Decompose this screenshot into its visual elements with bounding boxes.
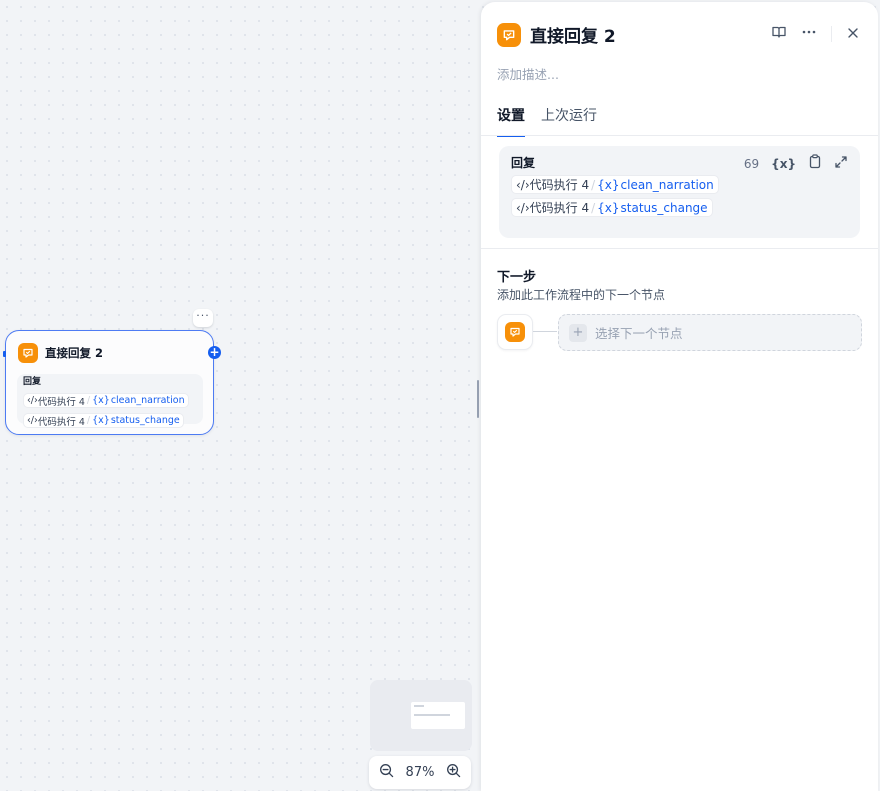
chip-source: 代码执行 4 bbox=[37, 416, 85, 428]
select-next-node-label: 选择下一个节点 bbox=[595, 326, 683, 341]
section-divider bbox=[481, 248, 878, 249]
actions-divider bbox=[831, 26, 832, 42]
node-header: 直接回复 2 bbox=[18, 343, 103, 363]
select-next-node-button[interactable]: + 选择下一个节点 bbox=[558, 314, 862, 351]
node-more-button[interactable]: ··· bbox=[193, 309, 213, 327]
more-icon[interactable] bbox=[801, 24, 817, 44]
description-input[interactable]: 添加描述... bbox=[497, 64, 559, 83]
reply-tools: 69 {x} bbox=[744, 154, 848, 173]
zoom-in-icon[interactable] bbox=[446, 763, 461, 782]
node-body-label: 回复 bbox=[23, 377, 42, 387]
node-title: 直接回复 2 bbox=[45, 346, 104, 360]
panel-actions bbox=[771, 24, 860, 44]
chip-variable: clean_narration bbox=[110, 395, 185, 406]
code-icon: ‹/› bbox=[516, 177, 530, 192]
clipboard-icon[interactable] bbox=[808, 154, 822, 173]
reply-icon bbox=[18, 343, 38, 363]
chip-source: 代码执行 4 bbox=[529, 201, 590, 215]
zoom-control: 87% bbox=[369, 756, 471, 789]
next-connector bbox=[533, 331, 557, 332]
plus-icon: + bbox=[569, 323, 587, 342]
code-icon: ‹/› bbox=[27, 395, 38, 406]
panel-resize-handle[interactable] bbox=[477, 380, 479, 418]
variable-chip[interactable]: ‹/› 代码执行 4 / {x} clean_narration bbox=[511, 175, 719, 194]
reply-icon bbox=[505, 322, 525, 342]
close-icon[interactable] bbox=[846, 25, 860, 44]
node-settings-panel: 直接回复 2 添加描述... 设置 上次运行 回复 69 {x} ‹/› 代码执… bbox=[481, 2, 878, 791]
reply-editor[interactable]: 回复 69 {x} ‹/› 代码执行 4 / {x} clean_narrati… bbox=[499, 146, 860, 238]
next-step-description: 添加此工作流程中的下一个节点 bbox=[497, 288, 666, 302]
reply-char-count: 69 bbox=[743, 156, 760, 171]
panel-header: 直接回复 2 bbox=[497, 22, 616, 47]
minimap[interactable] bbox=[370, 680, 472, 751]
current-node-icon bbox=[497, 314, 533, 350]
variable-icon: {x} bbox=[597, 177, 620, 192]
book-icon[interactable] bbox=[771, 24, 787, 44]
minimap-node bbox=[411, 702, 465, 729]
node-reply-preview: 回复 ‹/› 代码执行 4 / {x} clean_narration ‹/› … bbox=[17, 374, 203, 428]
chip-source: 代码执行 4 bbox=[529, 178, 590, 192]
code-icon: ‹/› bbox=[516, 200, 530, 215]
zoom-level[interactable]: 87% bbox=[406, 765, 435, 780]
panel-title[interactable]: 直接回复 2 bbox=[530, 22, 616, 47]
tab-last-run[interactable]: 上次运行 bbox=[541, 105, 597, 137]
workflow-node-direct-reply[interactable]: 直接回复 2 + 回复 ‹/› 代码执行 4 / {x} clean_narra… bbox=[3, 330, 221, 435]
add-next-node-handle[interactable]: + bbox=[208, 346, 221, 359]
code-icon: ‹/› bbox=[27, 415, 38, 426]
variable-icon: {x} bbox=[597, 200, 620, 215]
panel-tabs: 设置 上次运行 bbox=[497, 105, 597, 137]
node-input-handle[interactable] bbox=[3, 351, 6, 357]
chip-variable: status_change bbox=[620, 200, 708, 215]
variable-icon[interactable]: {x} bbox=[771, 157, 796, 171]
chip-source: 代码执行 4 bbox=[37, 396, 85, 408]
expand-icon[interactable] bbox=[834, 154, 848, 173]
variable-icon: {x} bbox=[92, 395, 110, 406]
chip-variable: status_change bbox=[110, 415, 180, 426]
zoom-out-icon[interactable] bbox=[379, 763, 394, 782]
variable-chip: ‹/› 代码执行 4 / {x} clean_narration bbox=[23, 393, 189, 408]
tabs-divider bbox=[481, 135, 878, 136]
variable-chip[interactable]: ‹/› 代码执行 4 / {x} status_change bbox=[511, 198, 713, 217]
reply-icon bbox=[497, 22, 521, 47]
chip-variable: clean_narration bbox=[620, 177, 714, 192]
variable-icon: {x} bbox=[92, 415, 110, 426]
next-step-title: 下一步 bbox=[497, 270, 537, 285]
tab-settings[interactable]: 设置 bbox=[497, 105, 525, 137]
variable-chip: ‹/› 代码执行 4 / {x} status_change bbox=[23, 413, 184, 428]
